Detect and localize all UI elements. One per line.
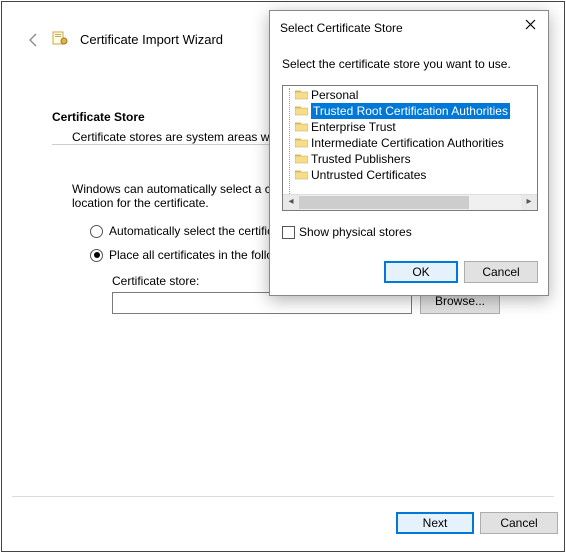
folder-icon [295, 136, 308, 152]
section-title: Certificate Store [52, 110, 145, 124]
certificate-icon [52, 30, 74, 49]
checkbox-icon [282, 226, 295, 239]
next-button[interactable]: Next [396, 512, 474, 534]
radio-icon [90, 249, 103, 262]
certificate-store-label: Certificate store: [112, 274, 199, 288]
scroll-track[interactable] [299, 195, 521, 210]
tree-item-label: Trusted Root Certification Authorities [311, 103, 510, 119]
folder-icon [295, 104, 308, 120]
tree-item-label: Untrusted Certificates [311, 167, 426, 183]
certificate-store-tree[interactable]: PersonalTrusted Root Certification Autho… [282, 85, 538, 211]
tree-item-label: Intermediate Certification Authorities [311, 135, 504, 151]
horizontal-scrollbar[interactable]: ◂ ▸ [283, 194, 537, 210]
back-arrow-icon[interactable] [26, 32, 42, 48]
scroll-left-icon[interactable]: ◂ [283, 195, 299, 210]
scroll-right-icon[interactable]: ▸ [521, 195, 537, 210]
dialog-instruction: Select the certificate store you want to… [282, 57, 511, 71]
radio-icon [90, 225, 103, 238]
tree-item-label: Enterprise Trust [311, 119, 396, 135]
dialog-cancel-button[interactable]: Cancel [464, 261, 538, 283]
footer-divider [12, 496, 554, 497]
tree-item[interactable]: Personal [283, 87, 537, 103]
show-physical-label: Show physical stores [299, 225, 412, 239]
folder-icon [295, 88, 308, 104]
tree-item[interactable]: Untrusted Certificates [283, 167, 537, 183]
cancel-button[interactable]: Cancel [480, 512, 558, 534]
section-text-1: Certificate stores are system areas w [72, 130, 269, 144]
folder-icon [295, 120, 308, 136]
wizard-window: Certificate Import Wizard Certificate St… [1, 1, 565, 552]
folder-icon [295, 168, 308, 184]
wizard-header: Certificate Import Wizard [26, 30, 223, 49]
scroll-thumb[interactable] [299, 196, 469, 209]
tree-item[interactable]: Trusted Root Certification Authorities [283, 103, 537, 119]
tree-item[interactable]: Trusted Publishers [283, 151, 537, 167]
tree-item[interactable]: Intermediate Certification Authorities [283, 135, 537, 151]
select-store-dialog: Select Certificate Store Select the cert… [269, 10, 549, 296]
close-button[interactable] [518, 17, 542, 37]
tree-item-label: Personal [311, 87, 358, 103]
wizard-title: Certificate Import Wizard [80, 32, 223, 47]
tree-item-label: Trusted Publishers [311, 151, 411, 167]
show-physical-row[interactable]: Show physical stores [282, 225, 412, 239]
folder-icon [295, 152, 308, 168]
tree-item[interactable]: Enterprise Trust [283, 119, 537, 135]
dialog-title: Select Certificate Store [280, 21, 403, 35]
ok-button[interactable]: OK [384, 261, 458, 283]
